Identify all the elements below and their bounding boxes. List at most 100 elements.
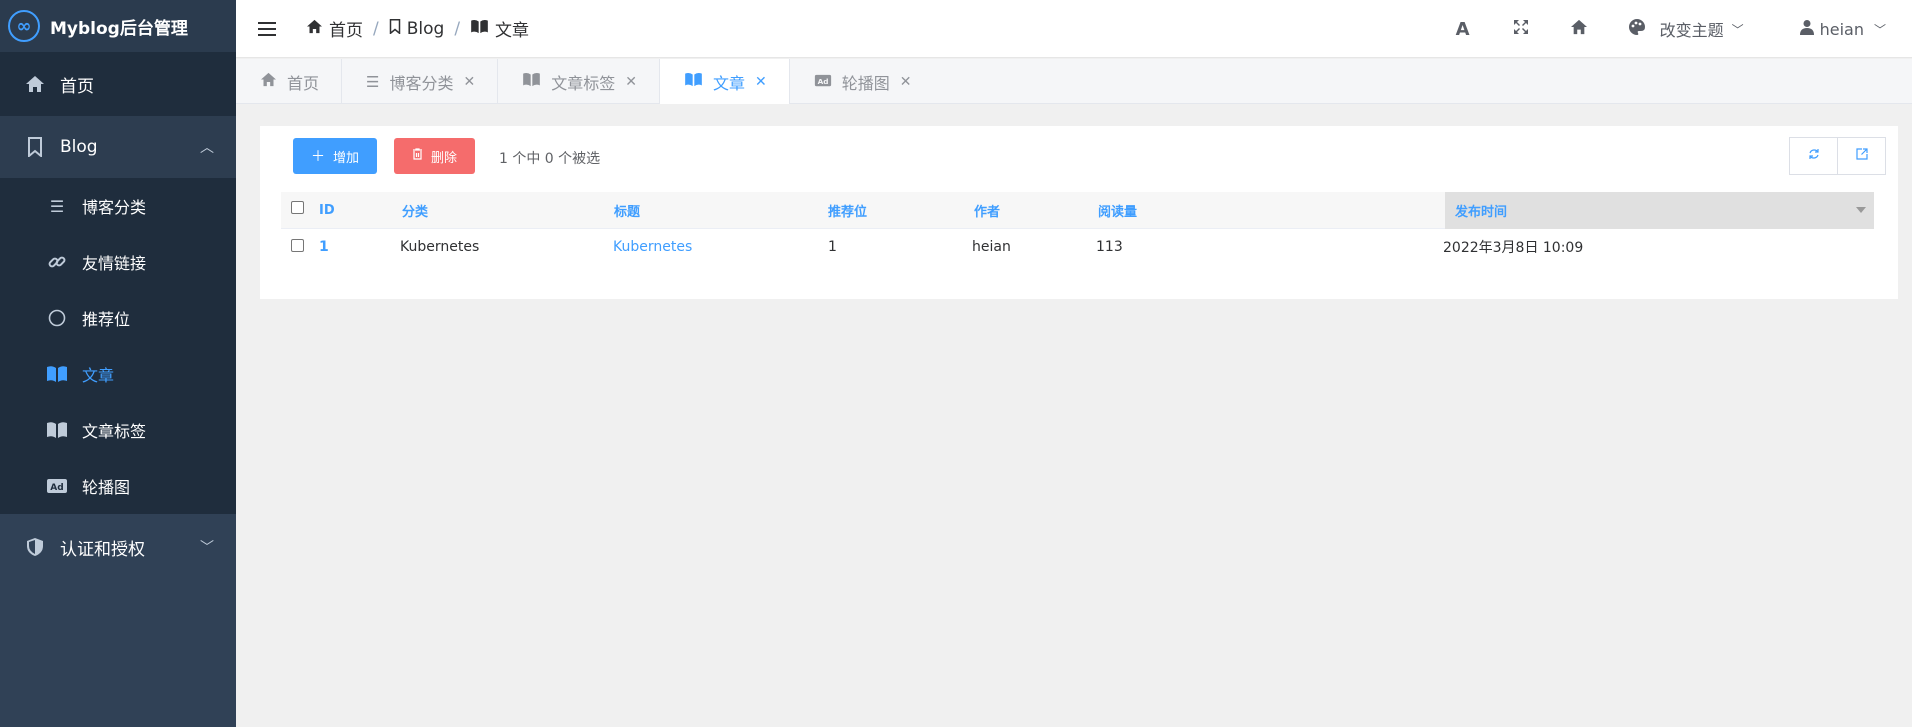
sidebar-item-tags[interactable]: 文章标签	[0, 402, 236, 458]
selection-info: 1 个中 0 个被选	[499, 151, 601, 167]
popup-button[interactable]	[1837, 137, 1886, 175]
chevron-down-icon: ﹀	[1731, 22, 1744, 37]
trash-icon	[412, 148, 423, 164]
tab-label: 轮播图	[841, 73, 890, 93]
external-link-icon	[1855, 148, 1868, 164]
sidebar: ∞ Myblog后台管理 首页 Blog ︿ ☰ 博客分类 友情链接 推荐位 文…	[0, 0, 236, 727]
tab-articles[interactable]: 文章 ✕	[659, 59, 790, 104]
add-button[interactable]: ＋ 增加	[293, 138, 378, 174]
user-name: heian	[1819, 19, 1864, 39]
col-category[interactable]: 分类	[402, 201, 428, 220]
row-position: 1	[828, 239, 837, 255]
tab-label: 文章	[712, 73, 745, 93]
row-title-link[interactable]: Kubernetes	[613, 239, 692, 255]
col-author[interactable]: 作者	[974, 201, 1000, 220]
sorted-column-bg	[1445, 192, 1874, 229]
sidebar-group-auth[interactable]: 认证和授权 ﹀	[0, 514, 236, 580]
breadcrumb-item[interactable]: 首页	[329, 16, 363, 41]
fullscreen-icon[interactable]	[1492, 19, 1550, 40]
close-icon[interactable]: ✕	[900, 74, 912, 90]
ad-icon: Ad	[46, 475, 68, 497]
breadcrumb-item[interactable]: Blog	[407, 19, 445, 39]
top-header: 首页 / Blog / 文章 A 改变主题 ﹀ heian ﹀	[236, 0, 1912, 58]
home-icon	[306, 19, 323, 39]
row-category: Kubernetes	[400, 239, 480, 255]
delete-button[interactable]: 删除	[394, 138, 476, 174]
sidebar-item-label: 博客分类	[82, 198, 147, 217]
chevron-up-icon: ︿	[200, 140, 214, 156]
book-open-icon	[470, 19, 489, 39]
hamburger-icon[interactable]	[258, 21, 276, 36]
bookmark-icon	[389, 18, 401, 39]
breadcrumb-separator: /	[454, 18, 461, 39]
plus-icon: ＋	[311, 149, 325, 165]
select-all-checkbox[interactable]	[291, 201, 304, 214]
breadcrumb-item: 文章	[495, 21, 530, 41]
sidebar-item-home[interactable]: 首页	[0, 52, 236, 116]
user-icon	[1799, 19, 1814, 39]
table-row[interactable]: 1 Kubernetes Kubernetes 1 heian 113 2022…	[281, 229, 1874, 265]
book-open-icon	[46, 363, 68, 385]
tab-carousel[interactable]: Ad 轮播图 ✕	[790, 59, 934, 104]
col-title[interactable]: 标题	[614, 201, 640, 220]
link-icon	[46, 251, 68, 273]
tab-tags[interactable]: 文章标签 ✕	[498, 59, 660, 104]
close-icon[interactable]: ✕	[463, 74, 475, 90]
svg-text:Ad: Ad	[50, 483, 63, 493]
sidebar-item-articles[interactable]: 文章	[0, 346, 236, 402]
sidebar-item-recommend[interactable]: 推荐位	[0, 290, 236, 346]
ad-icon: Ad	[814, 73, 832, 91]
book-icon	[522, 72, 541, 91]
logo-icon: ∞	[8, 10, 40, 42]
col-id[interactable]: ID	[319, 203, 335, 218]
sidebar-item-carousel[interactable]: Ad 轮播图	[0, 458, 236, 514]
font-size-icon[interactable]: A	[1434, 19, 1492, 40]
breadcrumb: 首页 / Blog / 文章	[306, 16, 529, 41]
sidebar-item-label: 友情链接	[82, 254, 147, 273]
user-dropdown[interactable]: heian ﹀	[1799, 19, 1886, 39]
refresh-icon	[1808, 148, 1820, 164]
header-actions: A 改变主题 ﹀ heian ﹀	[1434, 0, 1912, 58]
sidebar-item-category[interactable]: ☰ 博客分类	[0, 178, 236, 234]
sidebar-item-label: 文章标签	[82, 422, 147, 441]
book-open-icon	[684, 72, 703, 91]
tab-label: 博客分类	[389, 73, 454, 93]
shield-icon	[24, 536, 46, 558]
add-button-label: 增加	[333, 150, 360, 166]
home-icon	[260, 72, 277, 91]
chevron-down-icon: ﹀	[200, 540, 214, 556]
tab-home[interactable]: 首页	[236, 59, 343, 104]
row-id[interactable]: 1	[319, 239, 329, 255]
theme-label: 改变主题	[1659, 21, 1724, 40]
home-icon[interactable]	[1550, 19, 1608, 40]
tab-category[interactable]: ☰ 博客分类 ✕	[342, 59, 499, 104]
refresh-button[interactable]	[1789, 137, 1838, 175]
palette-icon	[1628, 18, 1646, 41]
sidebar-group-label: 认证和授权	[60, 539, 145, 560]
sidebar-item-label: 首页	[60, 76, 94, 97]
close-icon[interactable]: ✕	[755, 74, 767, 90]
theme-dropdown[interactable]: 改变主题 ﹀	[1628, 17, 1744, 41]
col-views[interactable]: 阅读量	[1098, 201, 1137, 220]
chevron-down-icon: ﹀	[1873, 22, 1886, 37]
tab-label: 文章标签	[551, 73, 616, 93]
sidebar-item-label: 推荐位	[82, 310, 131, 329]
close-icon[interactable]: ✕	[625, 74, 637, 90]
sort-caret-icon[interactable]	[1856, 207, 1866, 213]
sidebar-item-label: 文章	[82, 366, 115, 385]
col-published[interactable]: 发布时间	[1455, 201, 1507, 220]
brand-title: Myblog后台管理	[50, 18, 188, 39]
articles-table: ID 分类 标题 推荐位 作者 阅读量 发布时间 1 Kubernetes Ku…	[281, 192, 1874, 265]
sidebar-submenu-blog: ☰ 博客分类 友情链接 推荐位 文章 文章标签 Ad 轮播图	[0, 178, 236, 514]
sidebar-group-label: Blog	[60, 137, 98, 157]
sidebar-item-links[interactable]: 友情链接	[0, 234, 236, 290]
col-position[interactable]: 推荐位	[828, 201, 867, 220]
row-published: 2022年3月8日 10:09	[1443, 240, 1584, 256]
table-tools	[1789, 137, 1886, 175]
row-checkbox[interactable]	[291, 239, 304, 252]
delete-button-label: 删除	[431, 150, 458, 166]
svg-text:Ad: Ad	[817, 76, 828, 85]
brand[interactable]: ∞ Myblog后台管理	[0, 0, 236, 52]
sidebar-group-blog[interactable]: Blog ︿	[0, 116, 236, 178]
table-header: ID 分类 标题 推荐位 作者 阅读量 发布时间	[281, 192, 1874, 229]
